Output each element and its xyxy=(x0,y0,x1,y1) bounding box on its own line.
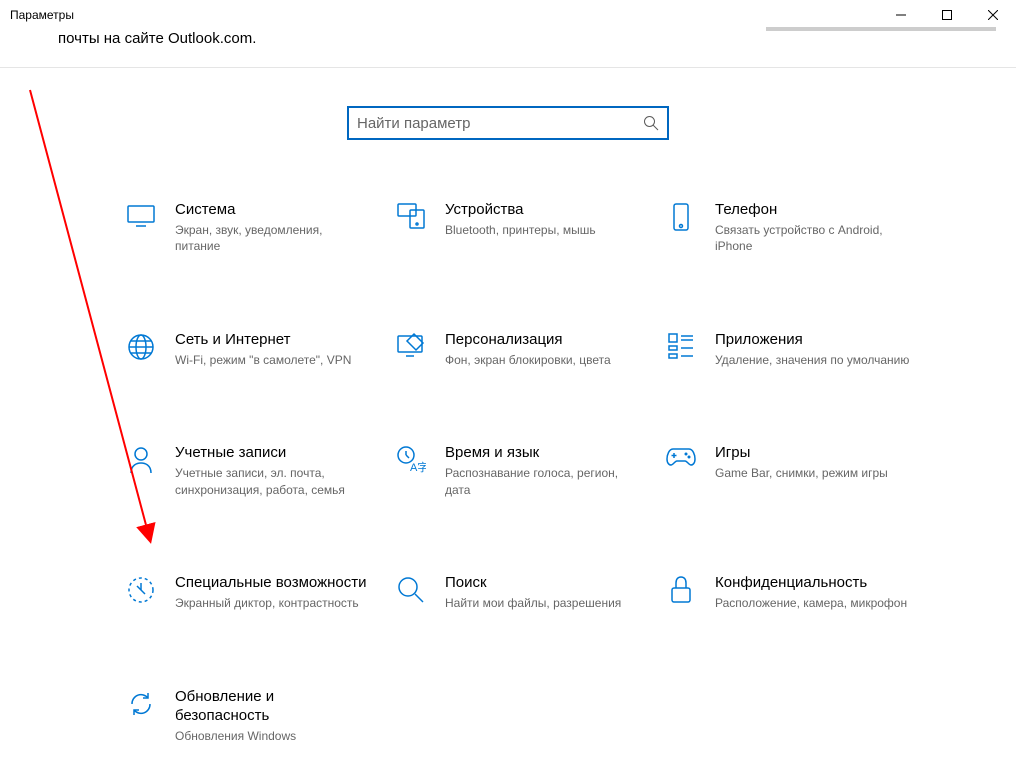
tile-desc: Распознавание голоса, регион, дата xyxy=(445,465,640,499)
tile-desc: Экранный диктор, контрастность xyxy=(175,595,367,612)
search-wrap xyxy=(0,106,1016,140)
tile-desc: Обновления Windows xyxy=(175,728,370,745)
tile-title: Система xyxy=(175,200,370,220)
close-icon xyxy=(988,10,998,20)
tile-devices[interactable]: Устройства Bluetooth, принтеры, мышь xyxy=(395,200,665,255)
tile-title: Обновление и безопасность xyxy=(175,687,370,726)
tile-desc: Найти мои файлы, разрешения xyxy=(445,595,621,612)
tile-title: Устройства xyxy=(445,200,596,220)
tile-desc: Связать устройство с Android, iPhone xyxy=(715,222,910,256)
tile-search[interactable]: Поиск Найти мои файлы, разрешения xyxy=(395,573,665,611)
tile-desc: Game Bar, снимки, режим игры xyxy=(715,465,888,482)
apps-icon xyxy=(665,332,697,364)
svg-text:A字: A字 xyxy=(410,460,426,474)
privacy-icon xyxy=(665,575,697,607)
maximize-button[interactable] xyxy=(924,0,970,30)
tile-network[interactable]: Сеть и Интернет Wi-Fi, режим "в самолете… xyxy=(125,330,395,368)
system-icon xyxy=(125,202,157,234)
personalization-icon xyxy=(395,332,427,364)
tile-desc: Экран, звук, уведомления, питание xyxy=(175,222,370,256)
tile-accounts[interactable]: Учетные записи Учетные записи, эл. почта… xyxy=(125,443,395,498)
minimize-icon xyxy=(896,10,906,20)
tile-gaming[interactable]: Игры Game Bar, снимки, режим игры xyxy=(665,443,935,498)
gaming-icon xyxy=(665,445,697,477)
window-controls xyxy=(878,0,1016,30)
tile-desc: Учетные записи, эл. почта, синхронизация… xyxy=(175,465,370,499)
time-language-icon: A字 xyxy=(395,445,427,477)
search-box[interactable] xyxy=(347,106,669,140)
tile-title: Телефон xyxy=(715,200,910,220)
tile-personalization[interactable]: Персонализация Фон, экран блокировки, цв… xyxy=(395,330,665,368)
tile-update[interactable]: Обновление и безопасность Обновления Win… xyxy=(125,687,395,745)
tile-title: Сеть и Интернет xyxy=(175,330,351,350)
tile-system[interactable]: Система Экран, звук, уведомления, питани… xyxy=(125,200,395,255)
tile-desc: Фон, экран блокировки, цвета xyxy=(445,352,611,369)
horizontal-scrollbar[interactable] xyxy=(766,27,996,31)
tile-time-language[interactable]: A字 Время и язык Распознавание голоса, ре… xyxy=(395,443,665,498)
tile-privacy[interactable]: Конфиденциальность Расположение, камера,… xyxy=(665,573,935,611)
search-icon xyxy=(643,115,659,131)
search-input[interactable] xyxy=(357,115,643,132)
titlebar: Параметры xyxy=(0,0,1016,30)
tile-title: Игры xyxy=(715,443,888,463)
minimize-button[interactable] xyxy=(878,0,924,30)
network-icon xyxy=(125,332,157,364)
settings-grid: Система Экран, звук, уведомления, питани… xyxy=(0,200,1016,745)
devices-icon xyxy=(395,202,427,234)
search-tile-icon xyxy=(395,575,427,607)
divider xyxy=(0,67,1016,68)
subtitle-text: почты на сайте Outlook.com. xyxy=(0,30,1016,47)
phone-icon xyxy=(665,202,697,234)
accessibility-icon xyxy=(125,575,157,607)
tile-desc: Удаление, значения по умолчанию xyxy=(715,352,909,369)
tile-title: Специальные возможности xyxy=(175,573,367,593)
tile-desc: Расположение, камера, микрофон xyxy=(715,595,907,612)
tile-phone[interactable]: Телефон Связать устройство с Android, iP… xyxy=(665,200,935,255)
close-button[interactable] xyxy=(970,0,1016,30)
accounts-icon xyxy=(125,445,157,477)
tile-title: Время и язык xyxy=(445,443,640,463)
tile-desc: Bluetooth, принтеры, мышь xyxy=(445,222,596,239)
tile-desc: Wi-Fi, режим "в самолете", VPN xyxy=(175,352,351,369)
update-icon xyxy=(125,689,157,721)
window-title: Параметры xyxy=(10,8,74,22)
tile-apps[interactable]: Приложения Удаление, значения по умолчан… xyxy=(665,330,935,368)
tile-title: Приложения xyxy=(715,330,909,350)
tile-accessibility[interactable]: Специальные возможности Экранный диктор,… xyxy=(125,573,395,611)
tile-title: Персонализация xyxy=(445,330,611,350)
tile-title: Конфиденциальность xyxy=(715,573,907,593)
maximize-icon xyxy=(942,10,952,20)
tile-title: Поиск xyxy=(445,573,621,593)
tile-title: Учетные записи xyxy=(175,443,370,463)
